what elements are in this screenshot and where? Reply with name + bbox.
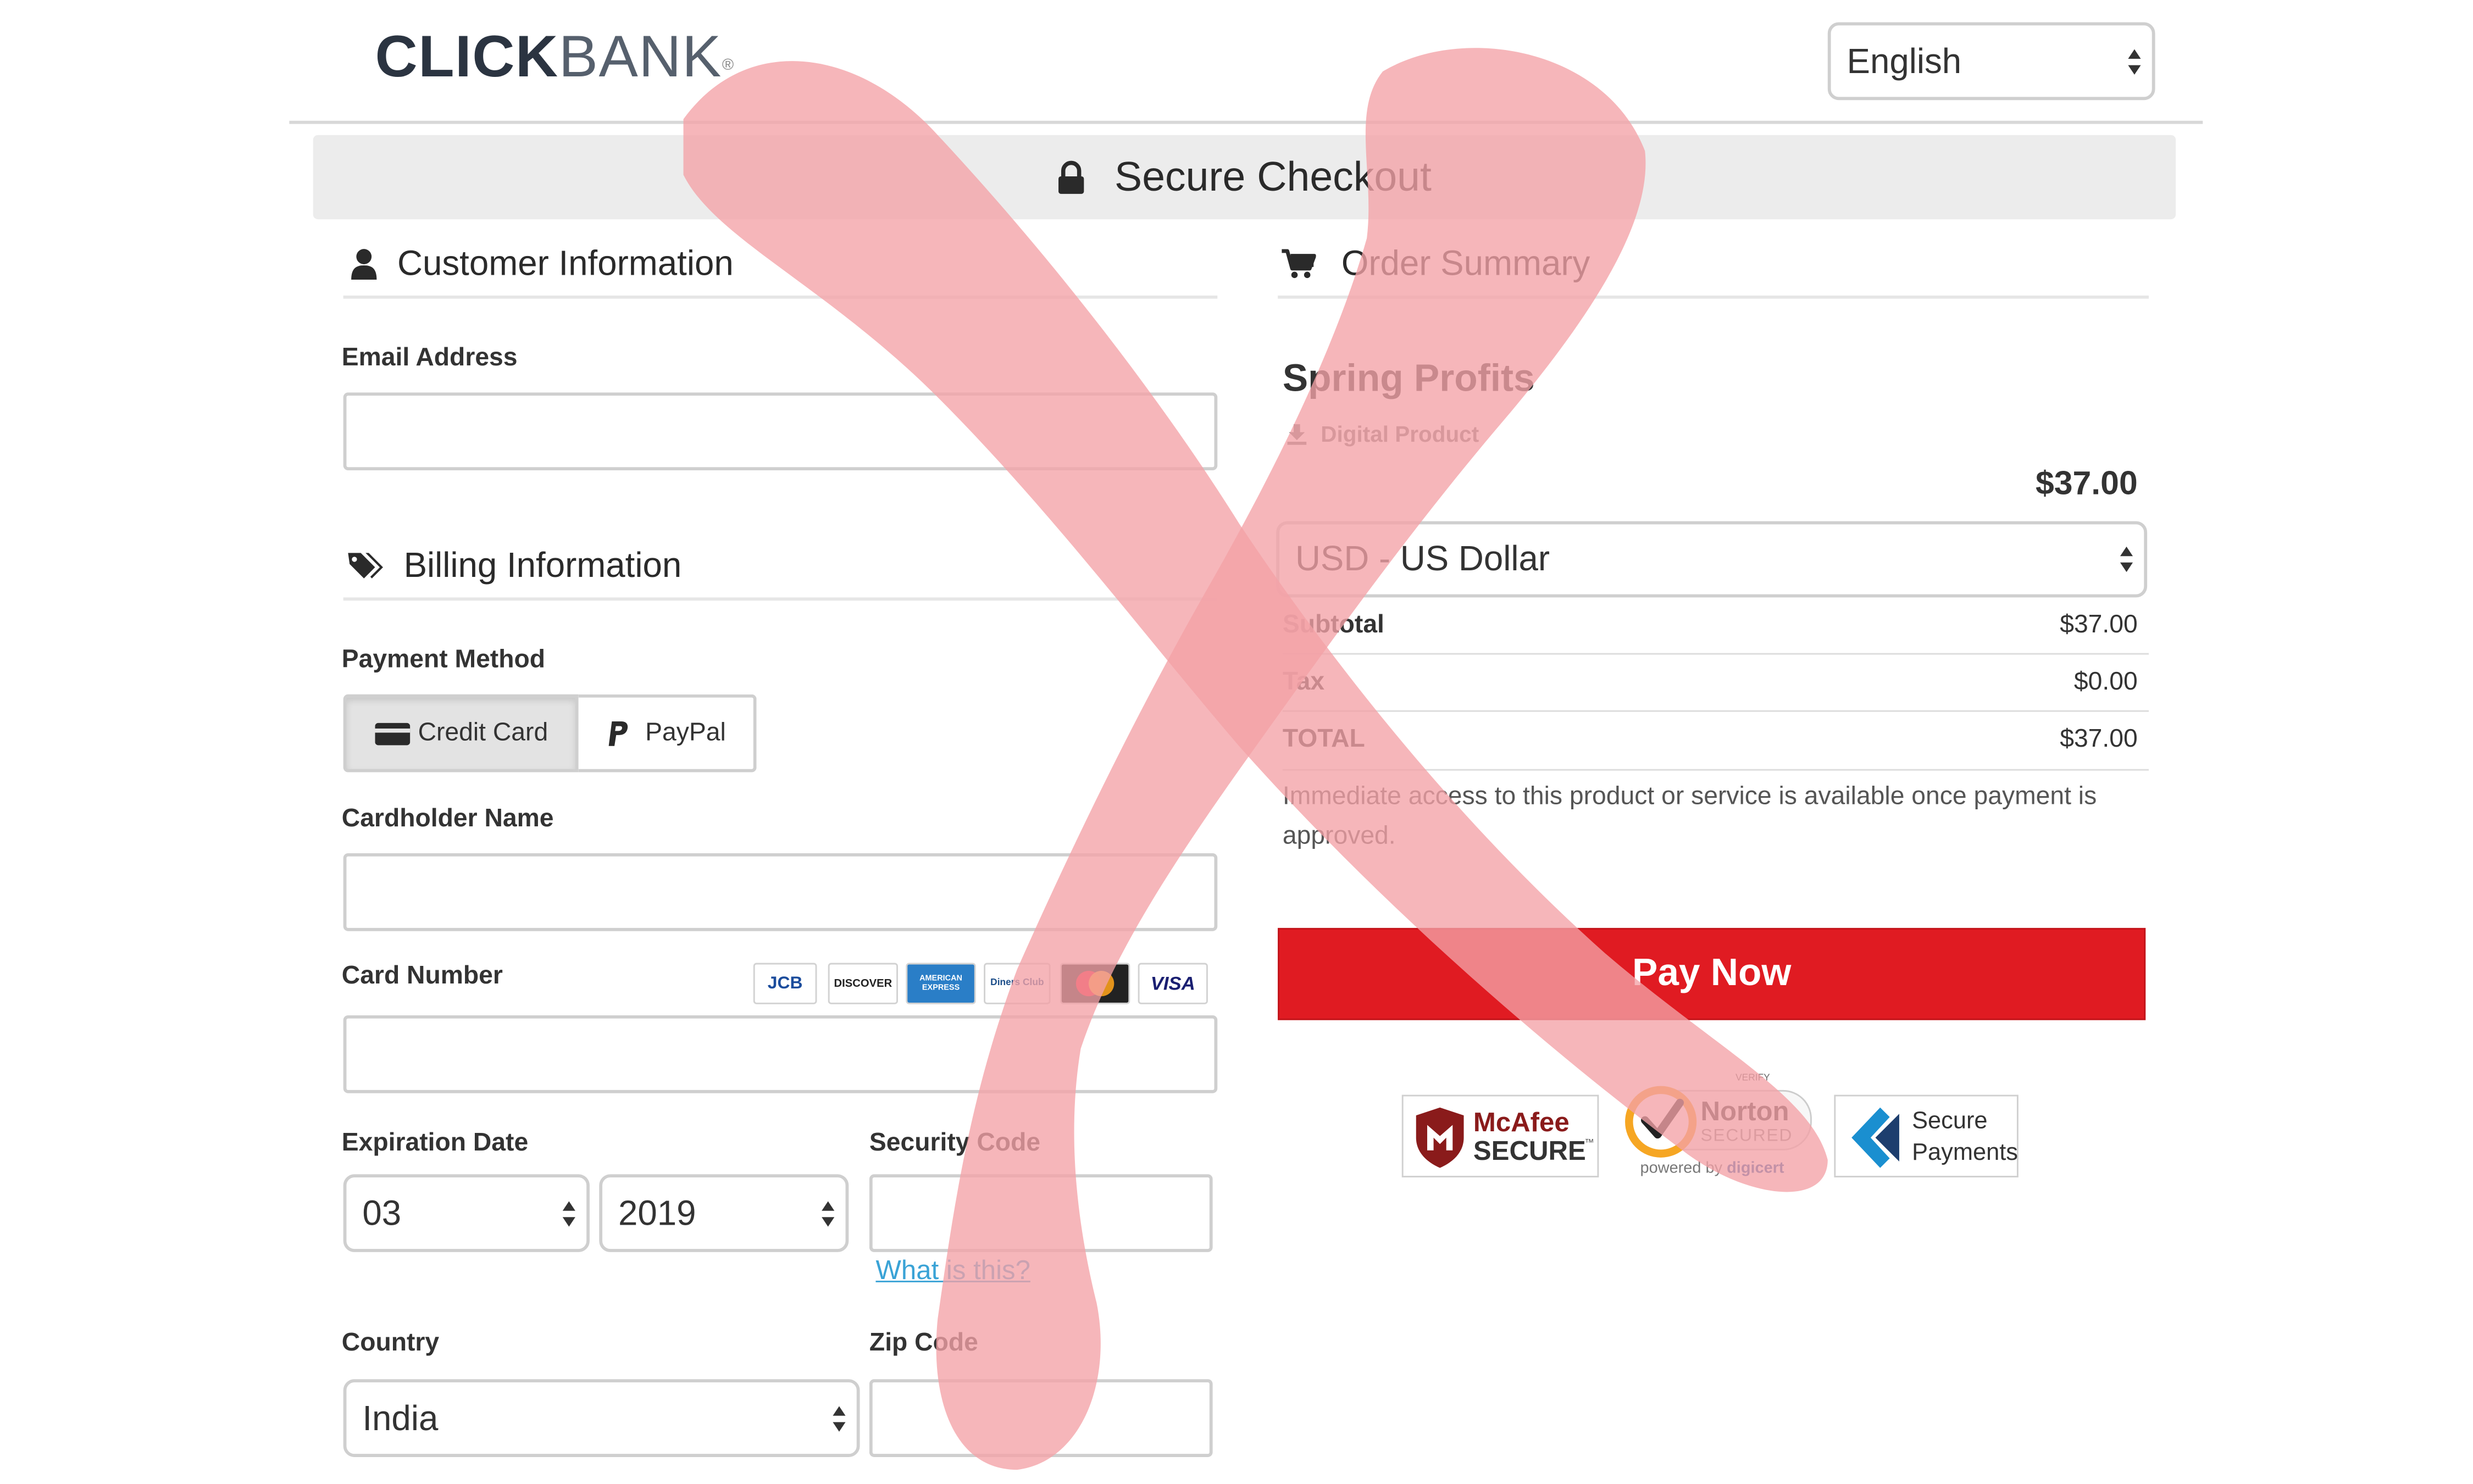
- mcafee-shield-icon: [1416, 1107, 1464, 1168]
- payment-method-toggle: Credit Card PayPal: [343, 694, 757, 772]
- norton-secured-text: SECURED: [1700, 1126, 1793, 1146]
- diners-club-logo: Diners Club: [984, 963, 1051, 1004]
- secure-checkout-title: Secure Checkout: [1114, 152, 1432, 201]
- select-arrows-icon: [562, 1200, 575, 1226]
- access-note: Immediate access to this product or serv…: [1282, 783, 2097, 851]
- mcafee-tm: ™: [1584, 1139, 1594, 1149]
- customer-info-rule: [343, 295, 1218, 299]
- header-divider: [289, 120, 2203, 124]
- amex-logo: AMERICAN EXPRESS: [906, 963, 976, 1004]
- card-number-label: Card Number: [341, 963, 503, 990]
- mcafee-secure-text: SECURE: [1473, 1136, 1586, 1166]
- jcb-logo: JCB: [753, 963, 817, 1004]
- security-code-label: Security Code: [869, 1130, 1041, 1157]
- subtotal-value: $37.00: [2060, 612, 2138, 639]
- norton-powered-text: powered by digicert: [1640, 1160, 1784, 1177]
- product-type: Digital Product: [1286, 421, 1479, 447]
- select-arrows-icon: [2120, 546, 2133, 573]
- expiration-year-select[interactable]: 2019: [599, 1174, 849, 1252]
- secure-checkout-banner: Secure Checkout: [313, 135, 2176, 220]
- paypal-icon: [608, 720, 628, 746]
- total-value: $37.00: [2060, 726, 2138, 753]
- total-row: TOTAL $37.00: [1283, 712, 2149, 769]
- norton-checkmark-icon: [1625, 1086, 1697, 1158]
- order-summary-heading: Order Summary: [1281, 243, 1590, 284]
- card-number-field[interactable]: [343, 1015, 1218, 1093]
- credit-card-button[interactable]: Credit Card: [343, 694, 579, 772]
- language-select[interactable]: English: [1827, 22, 2155, 101]
- email-label: Email Address: [341, 344, 518, 372]
- currency-select[interactable]: USD - US Dollar: [1276, 521, 2148, 598]
- norton-text: Norton: [1700, 1096, 1789, 1127]
- shopping-cart-icon: [1282, 249, 1316, 279]
- user-icon: [351, 249, 377, 280]
- paypal-button[interactable]: PayPal: [578, 694, 757, 772]
- lock-icon: [1058, 160, 1085, 193]
- clickbank-logo: CLICKBANK®: [375, 24, 735, 89]
- payment-method-label: Payment Method: [341, 647, 546, 674]
- subtotal-label: Subtotal: [1282, 612, 1384, 639]
- download-icon: [1287, 424, 1307, 445]
- payments-text: Payments: [1912, 1139, 2018, 1166]
- customer-info-heading: Customer Information: [350, 243, 734, 284]
- what-is-this-link[interactable]: What is this?: [875, 1255, 1030, 1287]
- secure-payments-badge[interactable]: Secure Payments: [1834, 1094, 2019, 1177]
- mcafee-secure-badge[interactable]: McAfee SECURE ™: [1401, 1094, 1599, 1177]
- secure-text: Secure: [1912, 1107, 1988, 1135]
- zip-code-field[interactable]: [869, 1379, 1213, 1457]
- select-arrows-icon: [2128, 48, 2141, 74]
- product-name: Spring Profits: [1282, 357, 1535, 401]
- cardholder-name-field[interactable]: [343, 853, 1218, 931]
- expiration-month-select[interactable]: 03: [343, 1174, 590, 1252]
- tags-icon: [348, 553, 383, 579]
- expiration-date-label: Expiration Date: [341, 1130, 529, 1157]
- select-arrows-icon: [833, 1405, 846, 1431]
- subtotal-row: Subtotal $37.00: [1283, 597, 2149, 654]
- mastercard-circles-icon: [1075, 971, 1114, 997]
- cardholder-name-label: Cardholder Name: [341, 805, 554, 833]
- mcafee-text: McAfee: [1473, 1107, 1570, 1138]
- total-label: TOTAL: [1282, 726, 1365, 753]
- summary-divider: [1282, 769, 2149, 771]
- select-arrows-icon: [822, 1200, 835, 1226]
- discover-logo: DISCOVER: [828, 963, 898, 1004]
- billing-info-heading: Billing Information: [346, 545, 681, 586]
- zip-code-label: Zip Code: [869, 1330, 978, 1357]
- credit-card-icon: [375, 722, 411, 744]
- security-code-field[interactable]: [869, 1174, 1213, 1252]
- country-select[interactable]: India: [343, 1379, 860, 1457]
- tax-label: Tax: [1282, 669, 1325, 696]
- country-label: Country: [341, 1330, 440, 1357]
- norton-verify-text: VERIFY: [1735, 1074, 1770, 1084]
- pay-now-button[interactable]: Pay Now: [1278, 927, 2146, 1020]
- norton-secured-badge[interactable]: VERIFY Norton SECURED powered by digicer…: [1618, 1074, 1815, 1185]
- tax-value: $0.00: [2073, 669, 2138, 696]
- billing-info-rule: [343, 597, 1218, 601]
- mastercard-logo: [1060, 963, 1130, 1004]
- tax-row: Tax $0.00: [1283, 655, 2149, 712]
- product-price: $37.00: [2035, 465, 2138, 502]
- secure-payments-icon: [1851, 1107, 1899, 1168]
- order-summary-rule: [1278, 295, 2149, 299]
- email-field[interactable]: [343, 392, 1218, 471]
- visa-logo: VISA: [1138, 963, 1208, 1004]
